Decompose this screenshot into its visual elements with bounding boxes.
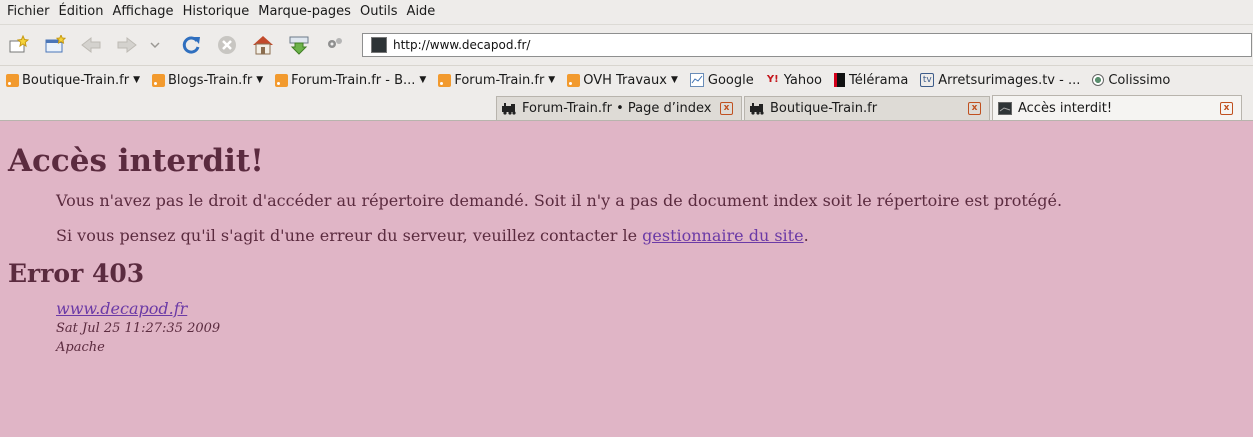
bookmarks-toolbar: Boutique-Train.fr ▼ Blogs-Train.fr ▼ For… xyxy=(0,65,1253,94)
forward-arrow-icon xyxy=(117,36,137,54)
navigation-toolbar: http://www.decapod.fr/ xyxy=(0,25,1253,65)
rss-icon xyxy=(6,73,19,87)
error-message: Vous n'avez pas le droit d'accéder au ré… xyxy=(56,191,1063,210)
bookmark-yahoo[interactable]: Y! Yahoo xyxy=(766,73,822,88)
reload-button[interactable] xyxy=(176,30,206,60)
chevron-down-icon: ▼ xyxy=(548,75,556,85)
history-dropdown-button[interactable] xyxy=(148,30,162,60)
contact-message: Si vous pensez qu'il s'agit d'une erreur… xyxy=(56,225,1245,247)
stop-button[interactable] xyxy=(212,30,242,60)
yahoo-icon: Y! xyxy=(766,74,779,85)
url-bar[interactable]: http://www.decapod.fr/ xyxy=(362,33,1252,57)
rss-icon xyxy=(275,73,289,87)
bookmark-forum-train-b[interactable]: Forum-Train.fr - B... ▼ xyxy=(275,73,426,88)
tab-label: Boutique-Train.fr xyxy=(770,101,878,116)
download-button[interactable] xyxy=(284,30,314,60)
back-button[interactable] xyxy=(76,30,106,60)
tab-acces-interdit[interactable]: Accès interdit! x xyxy=(992,95,1242,120)
tab-label: Forum-Train.fr • Page d’index xyxy=(522,101,712,116)
close-icon[interactable]: x xyxy=(720,102,733,115)
page-title: Accès interdit! xyxy=(8,143,264,179)
star-folder-icon xyxy=(9,35,30,53)
bookmark-ovh-travaux[interactable]: OVH Travaux ▼ xyxy=(567,73,678,88)
telerama-icon xyxy=(834,73,845,87)
timestamp: Sat Jul 25 11:27:35 2009 xyxy=(56,321,221,336)
bookmark-label: Arretsurimages.tv - ... xyxy=(938,72,1081,88)
bookmark-telerama[interactable]: Télérama xyxy=(834,73,908,88)
bookmark-label: Télérama xyxy=(849,72,909,88)
tab-label: Accès interdit! xyxy=(1018,100,1113,116)
chevron-down-icon xyxy=(150,42,160,49)
gears-icon xyxy=(328,38,342,48)
rss-icon xyxy=(567,73,581,87)
rss-icon xyxy=(151,73,165,87)
page-content: Accès interdit! Vous n'avez pas le droit… xyxy=(0,121,1253,357)
url-text[interactable]: http://www.decapod.fr/ xyxy=(393,38,530,52)
chevron-down-icon: ▼ xyxy=(419,75,427,85)
extension-button[interactable] xyxy=(320,30,350,60)
train-icon xyxy=(749,102,765,116)
menu-outils[interactable]: Outils xyxy=(356,0,402,24)
bookmark-label: OVH Travaux xyxy=(583,72,667,88)
close-icon[interactable]: x xyxy=(1220,101,1233,115)
bookmark-boutique-train[interactable]: Boutique-Train.fr ▼ xyxy=(6,73,140,88)
close-icon[interactable]: x xyxy=(968,102,981,115)
new-bookmark-button[interactable] xyxy=(4,30,34,60)
browser-chrome: Fichier Édition Affichage Historique Mar… xyxy=(0,0,1253,121)
bookmark-colissimo[interactable]: Colissimo xyxy=(1092,73,1170,88)
chevron-down-icon: ▼ xyxy=(133,75,140,85)
menu-marque-pages[interactable]: Marque-pages xyxy=(254,0,355,24)
menu-fichier[interactable]: Fichier xyxy=(3,0,54,24)
menu-bar: Fichier Édition Affichage Historique Mar… xyxy=(0,0,1253,25)
tab-boutique-train[interactable]: Boutique-Train.fr x xyxy=(744,96,990,120)
page-icon xyxy=(997,101,1013,115)
menu-edition[interactable]: Édition xyxy=(55,0,108,24)
chevron-down-icon: ▼ xyxy=(670,75,678,85)
bookmark-forum-train[interactable]: Forum-Train.fr ▼ xyxy=(438,73,555,88)
download-icon xyxy=(289,36,309,55)
bookmark-blogs-train[interactable]: Blogs-Train.fr ▼ xyxy=(151,72,264,88)
host-link[interactable]: www.decapod.fr xyxy=(56,299,1245,319)
bookmark-label: Blogs-Train.fr xyxy=(167,72,253,88)
rss-icon xyxy=(438,73,452,87)
site-favicon-icon xyxy=(371,37,387,53)
colissimo-icon xyxy=(1092,74,1105,86)
tab-forum-train[interactable]: Forum-Train.fr • Page d’index x xyxy=(496,96,742,120)
home-button[interactable] xyxy=(248,30,278,60)
new-tab-button[interactable] xyxy=(40,30,70,60)
google-icon xyxy=(689,73,704,87)
server-address: www.decapod.fr Sat Jul 25 11:27:35 2009 … xyxy=(56,299,1245,357)
bookmark-label: Boutique-Train.fr xyxy=(22,72,130,88)
bookmark-google[interactable]: Google xyxy=(689,72,754,88)
tab-bar: Forum-Train.fr • Page d’index x Boutique… xyxy=(0,94,1253,121)
stop-icon xyxy=(218,36,236,54)
bookmark-label: Colissimo xyxy=(1108,72,1171,88)
bookmark-label: Forum-Train.fr - B... xyxy=(291,72,416,88)
bookmark-label: Yahoo xyxy=(783,72,822,88)
folder-icon xyxy=(45,35,66,53)
error-code: Error 403 xyxy=(8,259,145,288)
back-arrow-icon xyxy=(81,36,101,54)
home-icon xyxy=(253,36,273,55)
tv-icon: tv xyxy=(920,73,935,87)
site-admin-link[interactable]: gestionnaire du site xyxy=(642,226,803,245)
bookmark-arretsurimages[interactable]: tv Arretsurimages.tv - ... xyxy=(920,73,1080,88)
forward-button[interactable] xyxy=(112,30,142,60)
contact-text: Si vous pensez qu'il s'agit d'une erreur… xyxy=(56,226,643,245)
menu-historique[interactable]: Historique xyxy=(179,0,254,24)
train-icon xyxy=(501,102,517,116)
menu-affichage[interactable]: Affichage xyxy=(108,0,177,24)
server-name: Apache xyxy=(56,340,105,355)
reload-icon xyxy=(182,36,200,54)
chevron-down-icon: ▼ xyxy=(256,75,264,85)
bookmark-label: Google xyxy=(707,72,754,88)
contact-period: . xyxy=(803,226,809,245)
menu-aide[interactable]: Aide xyxy=(403,0,440,24)
bookmark-label: Forum-Train.fr xyxy=(454,72,545,88)
